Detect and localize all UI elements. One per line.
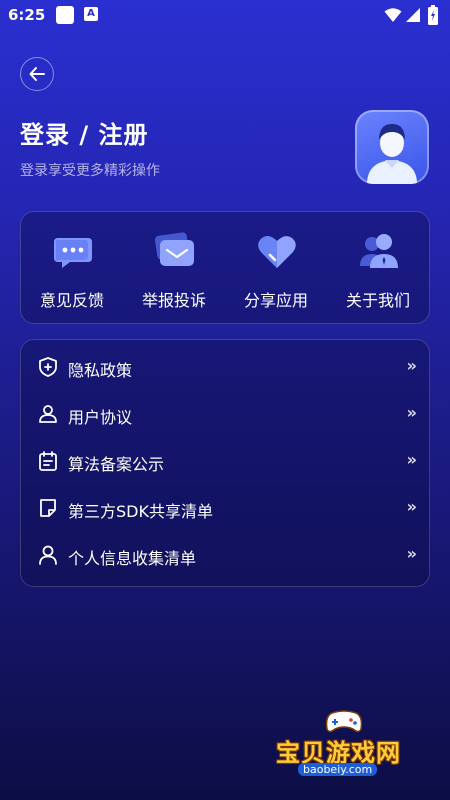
share-app-label: 分享应用 (243, 291, 308, 310)
settings-menu-card: 隐私政策 » 用户协议 » 算法备案公示 » 第三方SDK共享清单 » 个人信息… (20, 339, 430, 587)
report-button[interactable]: 举报投诉 (123, 212, 225, 325)
menu-item-third-party-sdk[interactable]: 第三方SDK共享清单 » (21, 485, 431, 532)
chevron-right-icon: » (406, 450, 417, 469)
menu-item-algorithm-filing[interactable]: 算法备案公示 » (21, 438, 431, 485)
status-bar: 6:25 A (0, 0, 450, 32)
user-stamp-icon (39, 405, 57, 423)
status-time: 6:25 (8, 6, 46, 24)
chevron-right-icon: » (406, 497, 417, 516)
arrow-left-icon (29, 67, 45, 81)
user-avatar-icon (367, 124, 417, 184)
watermark-logo: 宝贝游戏网 baobeiy.com (268, 705, 428, 785)
avatar[interactable] (355, 110, 429, 184)
chat-bubble-icon (54, 238, 92, 268)
login-register-title[interactable]: 登录 / 注册 (20, 115, 148, 150)
mail-icon (155, 232, 194, 266)
menu-item-privacy-policy[interactable]: 隐私政策 » (21, 344, 431, 391)
wifi-icon (384, 8, 402, 22)
shield-plus-icon (39, 357, 57, 377)
menu-label: 隐私政策 (68, 361, 133, 380)
menu-item-user-agreement[interactable]: 用户协议 » (21, 391, 431, 438)
chevron-right-icon: » (406, 403, 417, 422)
share-app-button[interactable]: 分享应用 (225, 212, 327, 325)
folded-page-icon (40, 499, 56, 517)
notification-square-icon (56, 6, 74, 24)
person-icon (39, 545, 57, 565)
menu-item-personal-info-list[interactable]: 个人信息收集清单 » (21, 532, 431, 579)
menu-label: 第三方SDK共享清单 (68, 502, 213, 521)
battery-icon (428, 5, 438, 25)
about-us-button[interactable]: 关于我们 (327, 212, 429, 325)
calendar-icon (39, 451, 57, 471)
menu-label: 用户协议 (68, 408, 133, 427)
menu-label: 个人信息收集清单 (68, 549, 197, 568)
gamepad-icon (325, 710, 363, 733)
notification-a-icon: A (84, 7, 98, 21)
menu-label: 算法备案公示 (68, 455, 165, 474)
heart-icon (258, 236, 296, 268)
login-subtitle: 登录享受更多精彩操作 (20, 163, 160, 179)
quick-actions-card: 意见反馈 举报投诉 分享应用 关于我们 (20, 211, 430, 324)
chevron-right-icon: » (406, 544, 417, 563)
team-icon (360, 234, 398, 268)
back-button[interactable] (20, 57, 54, 91)
report-label: 举报投诉 (141, 291, 206, 310)
about-us-label: 关于我们 (345, 291, 410, 310)
feedback-button[interactable]: 意见反馈 (21, 212, 123, 325)
chevron-right-icon: » (406, 356, 417, 375)
feedback-label: 意见反馈 (39, 291, 104, 310)
signal-icon (406, 8, 420, 22)
watermark-url: baobeiy.com (298, 763, 378, 776)
